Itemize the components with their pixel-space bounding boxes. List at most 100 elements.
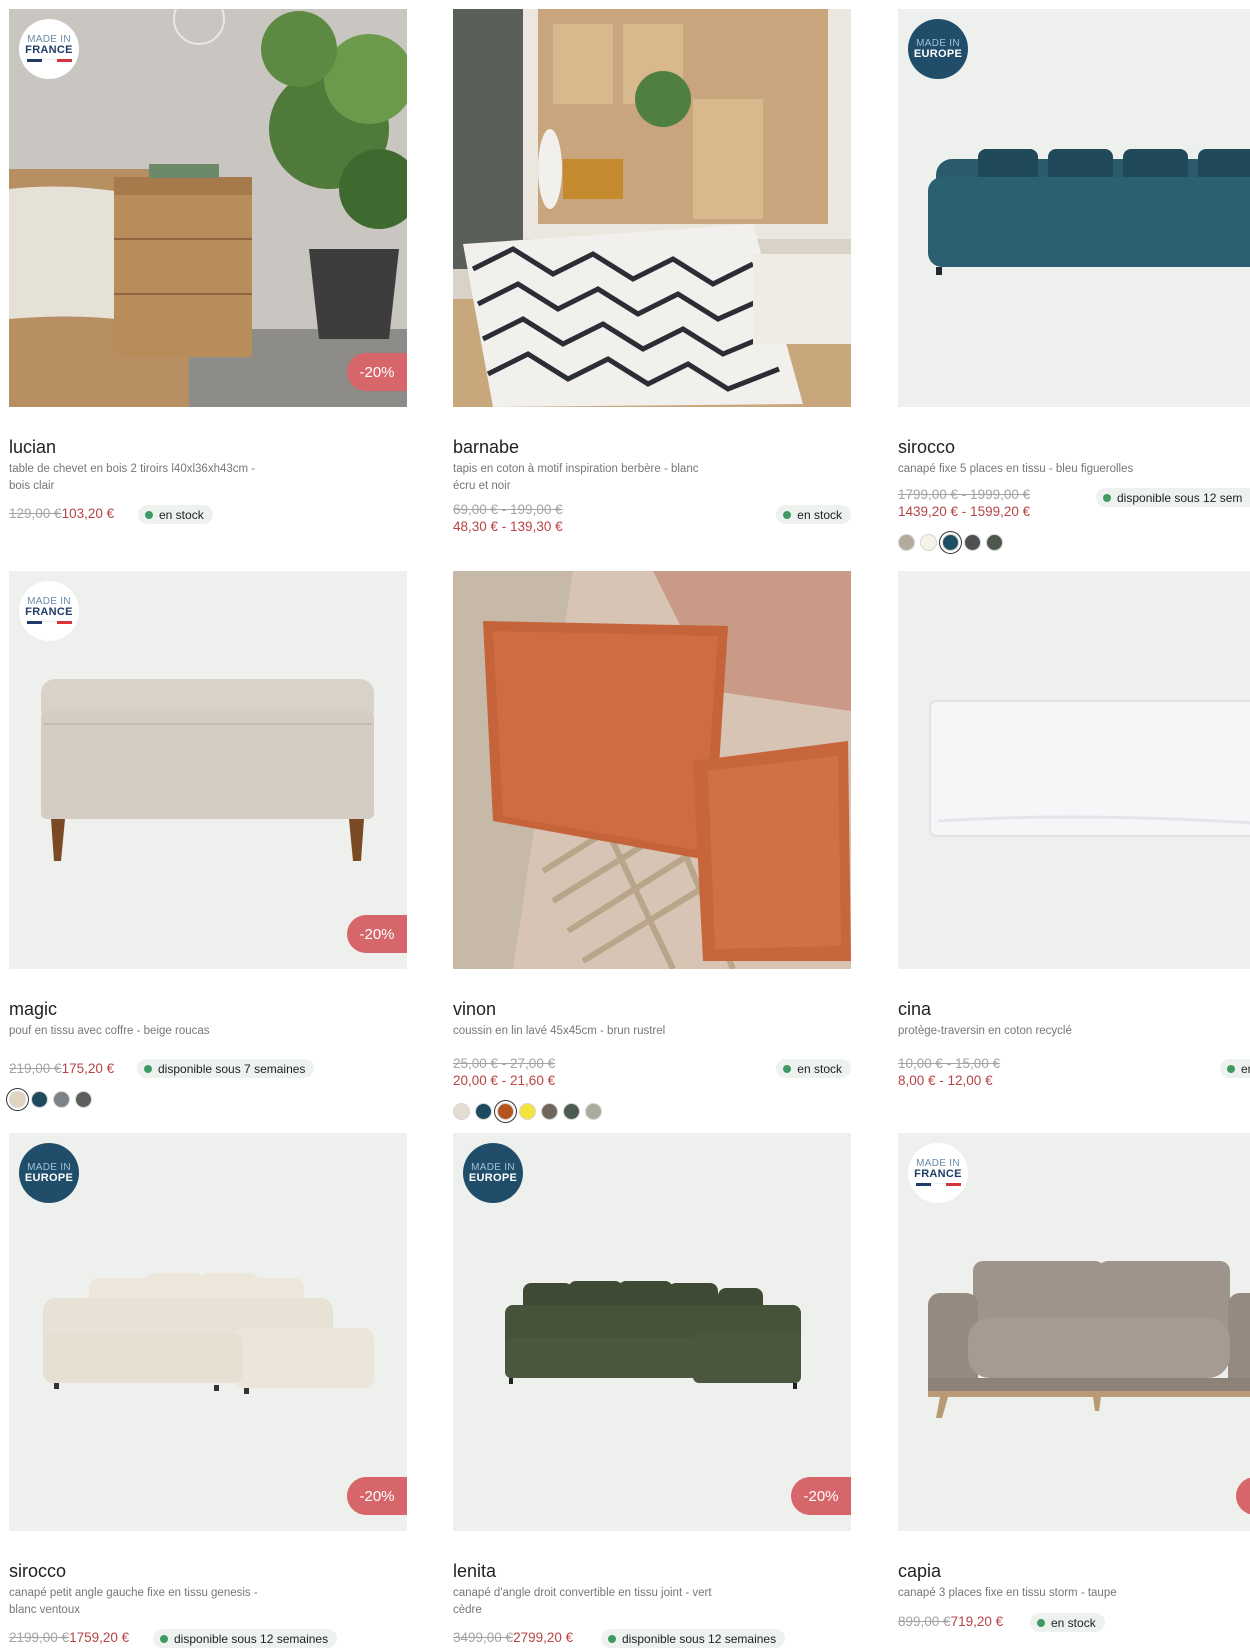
- color-swatch[interactable]: [964, 534, 981, 551]
- made-in-france-badge: MADE IN FRANCE: [19, 581, 79, 641]
- product-card[interactable]: MADE IN EUROPE sirocco canapé fixe 5 pla…: [898, 9, 1250, 551]
- color-swatch[interactable]: [75, 1091, 92, 1108]
- product-description: canapé petit angle gauche fixe en tissu …: [9, 1587, 258, 1616]
- product-image[interactable]: MADE IN EUROPE -20%: [453, 1133, 851, 1531]
- stock-status: en stock: [776, 505, 851, 524]
- stock-status: disponible sous 12 sem: [1096, 488, 1250, 507]
- discount-badge: -20%: [347, 915, 407, 953]
- product-name[interactable]: capia: [898, 1561, 941, 1582]
- stock-status: en stock: [1030, 1613, 1105, 1632]
- color-swatch[interactable]: [986, 534, 1003, 551]
- discount-badge: -20%: [791, 1477, 851, 1515]
- made-in-europe-badge: MADE IN EUROPE: [19, 1143, 79, 1203]
- made-in-europe-badge: MADE IN EUROPE: [463, 1143, 523, 1203]
- status-dot-icon: [144, 1064, 152, 1073]
- bolster-protector-image: [898, 571, 1250, 969]
- product-card[interactable]: vinon coussin en lin lavé 45x45cm - brun…: [453, 571, 851, 1120]
- price: 3499,00 €2799,20 €: [453, 1630, 573, 1645]
- product-card[interactable]: MADE IN EUROPE -20% sirocco canapé petit…: [9, 1133, 407, 1648]
- color-swatch[interactable]: [541, 1103, 558, 1120]
- product-card[interactable]: MADE IN FRANCE capia canapé 3 places fix…: [898, 1133, 1250, 1632]
- product-name[interactable]: vinon: [453, 999, 496, 1020]
- product-image[interactable]: MADE IN FRANCE: [898, 1133, 1250, 1531]
- sale-price: 1439,20 € - 1599,20 €: [898, 504, 1031, 519]
- berber-rug-image: [453, 9, 851, 407]
- price: 69,00 € - 199,00 € 48,30 € - 139,30 €: [453, 501, 563, 535]
- product-description: coussin en lin lavé 45x45cm - brun rustr…: [453, 1025, 666, 1037]
- product-image[interactable]: [898, 571, 1250, 969]
- product-description: table de chevet en bois 2 tiroirs l40xl3…: [9, 463, 256, 492]
- old-price: 899,00 €: [898, 1614, 951, 1629]
- old-price: 1799,00 € - 1999,00 €: [898, 487, 1031, 502]
- product-image[interactable]: [453, 571, 851, 969]
- old-price: 2199,00 €: [9, 1630, 70, 1645]
- product-description: tapis en coton à motif inspiration berbè…: [453, 463, 699, 492]
- product-card[interactable]: MADE IN FRANCE -20% lucian table de chev…: [9, 9, 407, 524]
- product-name[interactable]: cina: [898, 999, 931, 1020]
- discount-badge: -20%: [347, 353, 407, 391]
- old-price: 25,00 € - 27,00 €: [453, 1056, 556, 1071]
- sale-price: 103,20 €: [61, 506, 115, 521]
- status-dot-icon: [608, 1634, 616, 1643]
- color-swatch-selected[interactable]: [942, 534, 959, 551]
- color-swatch[interactable]: [585, 1103, 602, 1120]
- stock-status: disponible sous 12 semaines: [601, 1629, 786, 1648]
- product-image[interactable]: MADE IN FRANCE -20%: [9, 9, 407, 407]
- sale-price: 1759,20 €: [69, 1630, 130, 1645]
- color-swatch-selected[interactable]: [9, 1091, 26, 1108]
- made-in-france-badge: MADE IN FRANCE: [19, 19, 79, 79]
- price: 1799,00 € - 1999,00 € 1439,20 € - 1599,2…: [898, 486, 1030, 520]
- price: 129,00 €103,20 €: [9, 506, 114, 521]
- status-dot-icon: [160, 1634, 168, 1643]
- sale-price: 8,00 € - 12,00 €: [898, 1073, 993, 1088]
- product-name[interactable]: barnabe: [453, 437, 519, 458]
- product-description: canapé d'angle droit convertible en tiss…: [453, 1587, 712, 1616]
- status-dot-icon: [1227, 1064, 1235, 1073]
- old-price: 10,00 € - 15,00 €: [898, 1056, 1001, 1071]
- color-swatches: [9, 1091, 92, 1108]
- sale-price: 2799,20 €: [513, 1630, 574, 1645]
- sale-price: 48,30 € - 139,30 €: [453, 519, 563, 534]
- stock-status: en stock: [776, 1059, 851, 1078]
- price: 25,00 € - 27,00 € 20,00 € - 21,60 €: [453, 1055, 555, 1089]
- price: 10,00 € - 15,00 € 8,00 € - 12,00 €: [898, 1055, 1000, 1089]
- old-price: 219,00 €: [9, 1061, 62, 1076]
- product-name[interactable]: magic: [9, 999, 57, 1020]
- product-name[interactable]: lucian: [9, 437, 56, 458]
- color-swatch[interactable]: [453, 1103, 470, 1120]
- product-card[interactable]: MADE IN EUROPE -20% lenita canapé d'angl…: [453, 1133, 851, 1648]
- stock-status: en stock: [1220, 1059, 1250, 1078]
- sale-price: 20,00 € - 21,60 €: [453, 1073, 556, 1088]
- status-dot-icon: [1103, 493, 1111, 502]
- color-swatch[interactable]: [31, 1091, 48, 1108]
- product-image[interactable]: MADE IN FRANCE -20%: [9, 571, 407, 969]
- linen-cushion-image: [453, 571, 851, 969]
- product-card[interactable]: cina protège-traversin en coton recyclé …: [898, 571, 1250, 1088]
- product-image[interactable]: MADE IN EUROPE: [898, 9, 1250, 407]
- product-name[interactable]: sirocco: [898, 437, 955, 458]
- color-swatch[interactable]: [53, 1091, 70, 1108]
- color-swatches: [453, 1103, 602, 1120]
- color-swatch[interactable]: [519, 1103, 536, 1120]
- old-price: 129,00 €: [9, 506, 62, 521]
- product-card[interactable]: MADE IN FRANCE -20% magic pouf en tissu …: [9, 571, 407, 1108]
- product-description: canapé fixe 5 places en tissu - bleu fig…: [898, 463, 1134, 475]
- stock-status: disponible sous 12 semaines: [153, 1629, 338, 1648]
- color-swatch[interactable]: [920, 534, 937, 551]
- stock-status: disponible sous 7 semaines: [137, 1059, 315, 1078]
- product-name[interactable]: lenita: [453, 1561, 496, 1582]
- color-swatch[interactable]: [563, 1103, 580, 1120]
- product-image[interactable]: [453, 9, 851, 407]
- sale-price: 719,20 €: [950, 1614, 1004, 1629]
- product-card[interactable]: barnabe tapis en coton à motif inspirati…: [453, 9, 851, 534]
- color-swatch-selected[interactable]: [497, 1103, 514, 1120]
- made-in-france-badge: MADE IN FRANCE: [908, 1143, 968, 1203]
- product-image[interactable]: MADE IN EUROPE -20%: [9, 1133, 407, 1531]
- price: 899,00 €719,20 €: [898, 1614, 1003, 1629]
- product-name[interactable]: sirocco: [9, 1561, 66, 1582]
- status-dot-icon: [1037, 1618, 1045, 1627]
- color-swatch[interactable]: [475, 1103, 492, 1120]
- old-price: 69,00 € - 199,00 €: [453, 502, 563, 517]
- sale-price: 175,20 €: [61, 1061, 115, 1076]
- color-swatch[interactable]: [898, 534, 915, 551]
